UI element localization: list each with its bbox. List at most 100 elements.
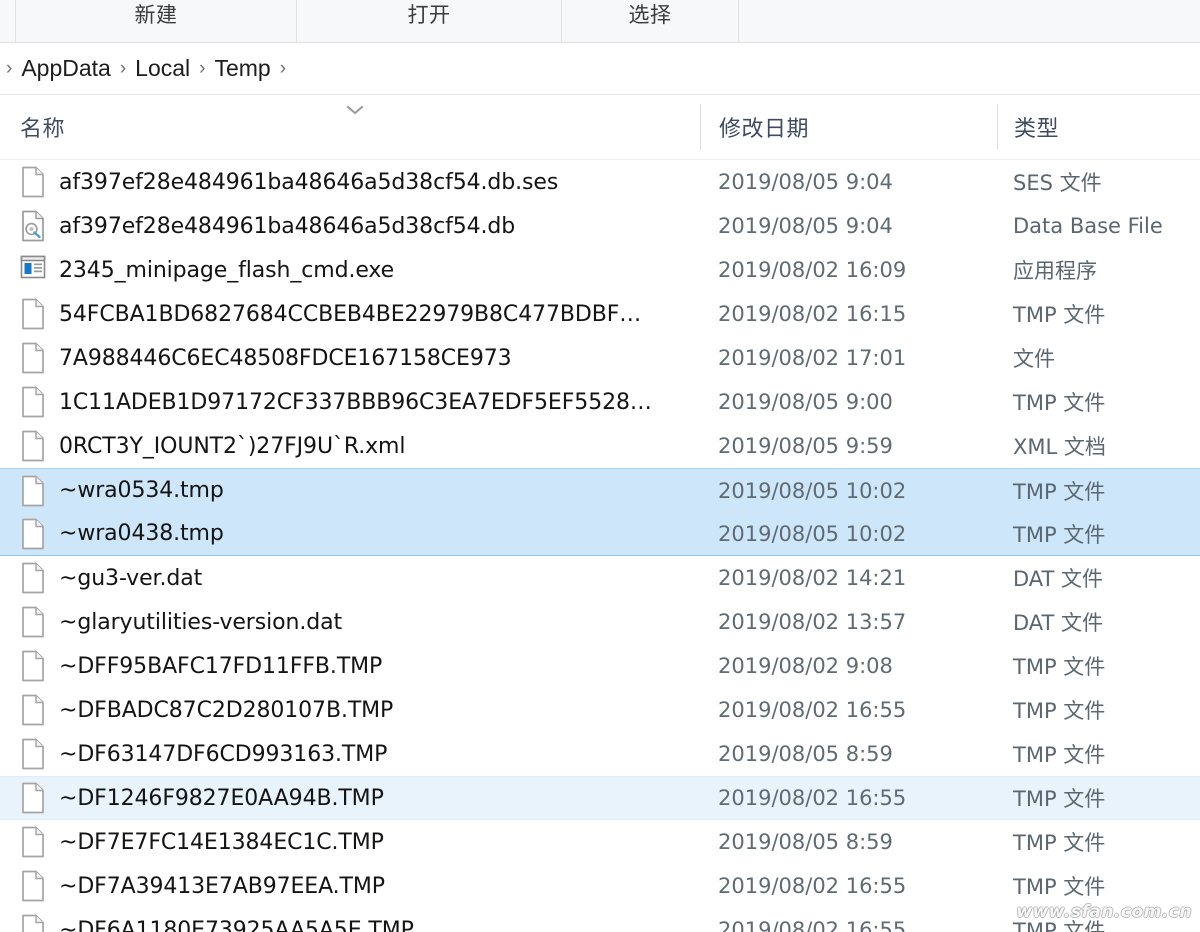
file-name-cell[interactable]: af397ef28e484961ba48646a5d38cf54.db: [0, 210, 700, 242]
file-name-cell[interactable]: ~DF7E7FC14E1384EC1C.TMP: [0, 826, 700, 858]
file-date-modified: 2019/08/02 17:01: [700, 346, 997, 370]
file-date-modified: 2019/08/02 16:55: [700, 874, 997, 898]
ribbon-group-new[interactable]: 新建: [16, 0, 297, 42]
breadcrumb-item-appdata[interactable]: AppData: [14, 53, 118, 84]
column-header-date-modified[interactable]: 修改日期: [700, 104, 997, 150]
file-date-modified: 2019/08/05 10:02: [700, 479, 997, 503]
file-row[interactable]: 7A988446C6EC48508FDCE167158CE9732019/08/…: [0, 336, 1200, 380]
column-header-type[interactable]: 类型: [997, 104, 1200, 150]
file-date-modified: 2019/08/05 8:59: [700, 830, 997, 854]
file-name-cell[interactable]: ~glaryutilities-version.dat: [0, 606, 700, 638]
file-name-cell[interactable]: 0RCT3Y_IOUNT2`)27FJ9U`R.xml: [0, 430, 700, 462]
file-type: TMP 文件: [997, 915, 1200, 932]
file-type: TMP 文件: [997, 871, 1200, 901]
file-type: TMP 文件: [997, 387, 1200, 417]
file-row[interactable]: ~DFF95BAFC17FD11FFB.TMP2019/08/02 9:08TM…: [0, 644, 1200, 688]
ribbon-group-trailing: [739, 0, 1200, 42]
ribbon-group-select-label: 选择: [629, 2, 672, 28]
generic-file-icon: [20, 475, 46, 507]
file-row[interactable]: 1C11ADEB1D97172CF337BBB96C3EA7EDF5EF5528…: [0, 380, 1200, 424]
file-name-label: ~DF7A39413E7AB97EEA.TMP: [59, 874, 385, 899]
file-name-label: ~gu3-ver.dat: [59, 566, 202, 591]
generic-file-icon: [20, 562, 46, 594]
generic-file-icon: [20, 782, 46, 814]
breadcrumb-item-temp[interactable]: Temp: [207, 53, 277, 84]
file-name-cell[interactable]: 1C11ADEB1D97172CF337BBB96C3EA7EDF5EF5528…: [0, 386, 700, 418]
generic-file-icon: [20, 518, 46, 550]
file-row[interactable]: ~wra0534.tmp2019/08/05 10:02TMP 文件: [0, 468, 1200, 512]
generic-file-icon: [20, 430, 46, 462]
file-type: TMP 文件: [997, 783, 1200, 813]
generic-file-icon: [20, 826, 46, 858]
file-row[interactable]: 2345_minipage_flash_cmd.exe 2019/08/02 16…: [0, 248, 1200, 292]
file-name-label: ~DFBADC87C2D280107B.TMP: [59, 698, 393, 723]
file-name-label: af397ef28e484961ba48646a5d38cf54.db: [59, 214, 515, 239]
database-file-icon: [20, 210, 46, 242]
breadcrumb-separator-icon[interactable]: ›: [118, 58, 128, 80]
file-name-cell[interactable]: ~DFF95BAFC17FD11FFB.TMP: [0, 650, 700, 682]
file-name-cell[interactable]: 54FCBA1BD6827684CCBEB4BE22979B8C477BDBF…: [0, 298, 700, 330]
file-type: SES 文件: [997, 167, 1200, 197]
ribbon-toolbar: 新建 打开 选择: [0, 0, 1200, 43]
file-type: DAT 文件: [997, 563, 1200, 593]
file-name-cell[interactable]: ~wra0534.tmp: [0, 475, 700, 507]
file-row[interactable]: ~gu3-ver.dat2019/08/02 14:21DAT 文件: [0, 556, 1200, 600]
file-type: DAT 文件: [997, 607, 1200, 637]
generic-file-icon: [20, 650, 46, 682]
file-date-modified: 2019/08/05 9:04: [700, 214, 997, 238]
generic-file-icon: [20, 694, 46, 726]
file-name-label: ~DF63147DF6CD993163.TMP: [59, 742, 387, 767]
generic-file-icon: [20, 166, 46, 198]
breadcrumb-separator-icon[interactable]: ›: [197, 58, 207, 80]
ribbon-group-open[interactable]: 打开: [297, 0, 562, 42]
file-name-cell[interactable]: ~DF7A39413E7AB97EEA.TMP: [0, 870, 700, 902]
breadcrumb-separator-icon[interactable]: ›: [278, 58, 288, 80]
ribbon-group-leading: [0, 0, 16, 42]
application-icon: [20, 254, 46, 286]
file-row[interactable]: ~DF63147DF6CD993163.TMP2019/08/05 8:59TM…: [0, 732, 1200, 776]
file-date-modified: 2019/08/02 16:55: [700, 698, 997, 722]
file-name-cell[interactable]: ~DF6A1180E73925AA5A5E.TMP: [0, 914, 700, 932]
file-name-cell[interactable]: af397ef28e484961ba48646a5d38cf54.db.ses: [0, 166, 700, 198]
breadcrumb: … › AppData › Local › Temp ›: [0, 53, 288, 84]
file-row[interactable]: ~glaryutilities-version.dat2019/08/02 13…: [0, 600, 1200, 644]
file-name-cell[interactable]: ~DFBADC87C2D280107B.TMP: [0, 694, 700, 726]
file-name-label: 2345_minipage_flash_cmd.exe: [59, 258, 394, 283]
file-row[interactable]: ~DFBADC87C2D280107B.TMP 2019/08/02 16:55T…: [0, 688, 1200, 732]
file-name-label: 54FCBA1BD6827684CCBEB4BE22979B8C477BDBF…: [59, 302, 641, 327]
file-row[interactable]: 54FCBA1BD6827684CCBEB4BE22979B8C477BDBF……: [0, 292, 1200, 336]
file-date-modified: 2019/08/02 16:55: [700, 786, 997, 810]
file-date-modified: 2019/08/02 16:09: [700, 258, 997, 282]
file-type: TMP 文件: [997, 476, 1200, 506]
file-name-cell[interactable]: ~DF63147DF6CD993163.TMP: [0, 738, 700, 770]
file-row[interactable]: ~DF6A1180E73925AA5A5E.TMP2019/08/02 16:5…: [0, 908, 1200, 932]
file-type: TMP 文件: [997, 695, 1200, 725]
address-bar[interactable]: … › AppData › Local › Temp ›: [0, 43, 1200, 95]
breadcrumb-separator-icon[interactable]: ›: [4, 58, 14, 80]
file-name-cell[interactable]: 2345_minipage_flash_cmd.exe: [0, 254, 700, 286]
file-name-cell[interactable]: 7A988446C6EC48508FDCE167158CE973: [0, 342, 700, 374]
file-row[interactable]: 0RCT3Y_IOUNT2`)27FJ9U`R.xml2019/08/05 9:…: [0, 424, 1200, 468]
file-row[interactable]: af397ef28e484961ba48646a5d38cf54.db.ses2…: [0, 160, 1200, 204]
file-type: Data Base File: [997, 214, 1200, 238]
file-row[interactable]: ~wra0438.tmp2019/08/05 10:02TMP 文件: [0, 512, 1200, 556]
generic-file-icon: [20, 914, 46, 932]
column-header-name-label: 名称: [20, 111, 65, 143]
generic-file-icon: [20, 606, 46, 638]
ribbon-group-new-label: 新建: [135, 2, 178, 28]
file-name-cell[interactable]: ~wra0438.tmp: [0, 518, 700, 550]
column-header-row: 名称 修改日期 类型: [0, 95, 1200, 160]
file-name-label: ~glaryutilities-version.dat: [59, 610, 342, 635]
ribbon-group-select[interactable]: 选择: [562, 0, 739, 42]
file-name-label: ~DFF95BAFC17FD11FFB.TMP: [59, 654, 382, 679]
file-row[interactable]: ~DF1246F9827E0AA94B.TMP2019/08/02 16:55T…: [0, 776, 1200, 820]
file-name-cell[interactable]: ~gu3-ver.dat: [0, 562, 700, 594]
file-date-modified: 2019/08/05 9:00: [700, 390, 997, 414]
file-row[interactable]: ~DF7E7FC14E1384EC1C.TMP2019/08/05 8:59TM…: [0, 820, 1200, 864]
file-name-cell[interactable]: ~DF1246F9827E0AA94B.TMP: [0, 782, 700, 814]
file-row[interactable]: af397ef28e484961ba48646a5d38cf54.db 2019/…: [0, 204, 1200, 248]
file-row[interactable]: ~DF7A39413E7AB97EEA.TMP 2019/08/02 16:55T…: [0, 864, 1200, 908]
breadcrumb-item-local[interactable]: Local: [128, 53, 197, 84]
generic-file-icon: [20, 298, 46, 330]
file-list[interactable]: af397ef28e484961ba48646a5d38cf54.db.ses2…: [0, 160, 1200, 932]
